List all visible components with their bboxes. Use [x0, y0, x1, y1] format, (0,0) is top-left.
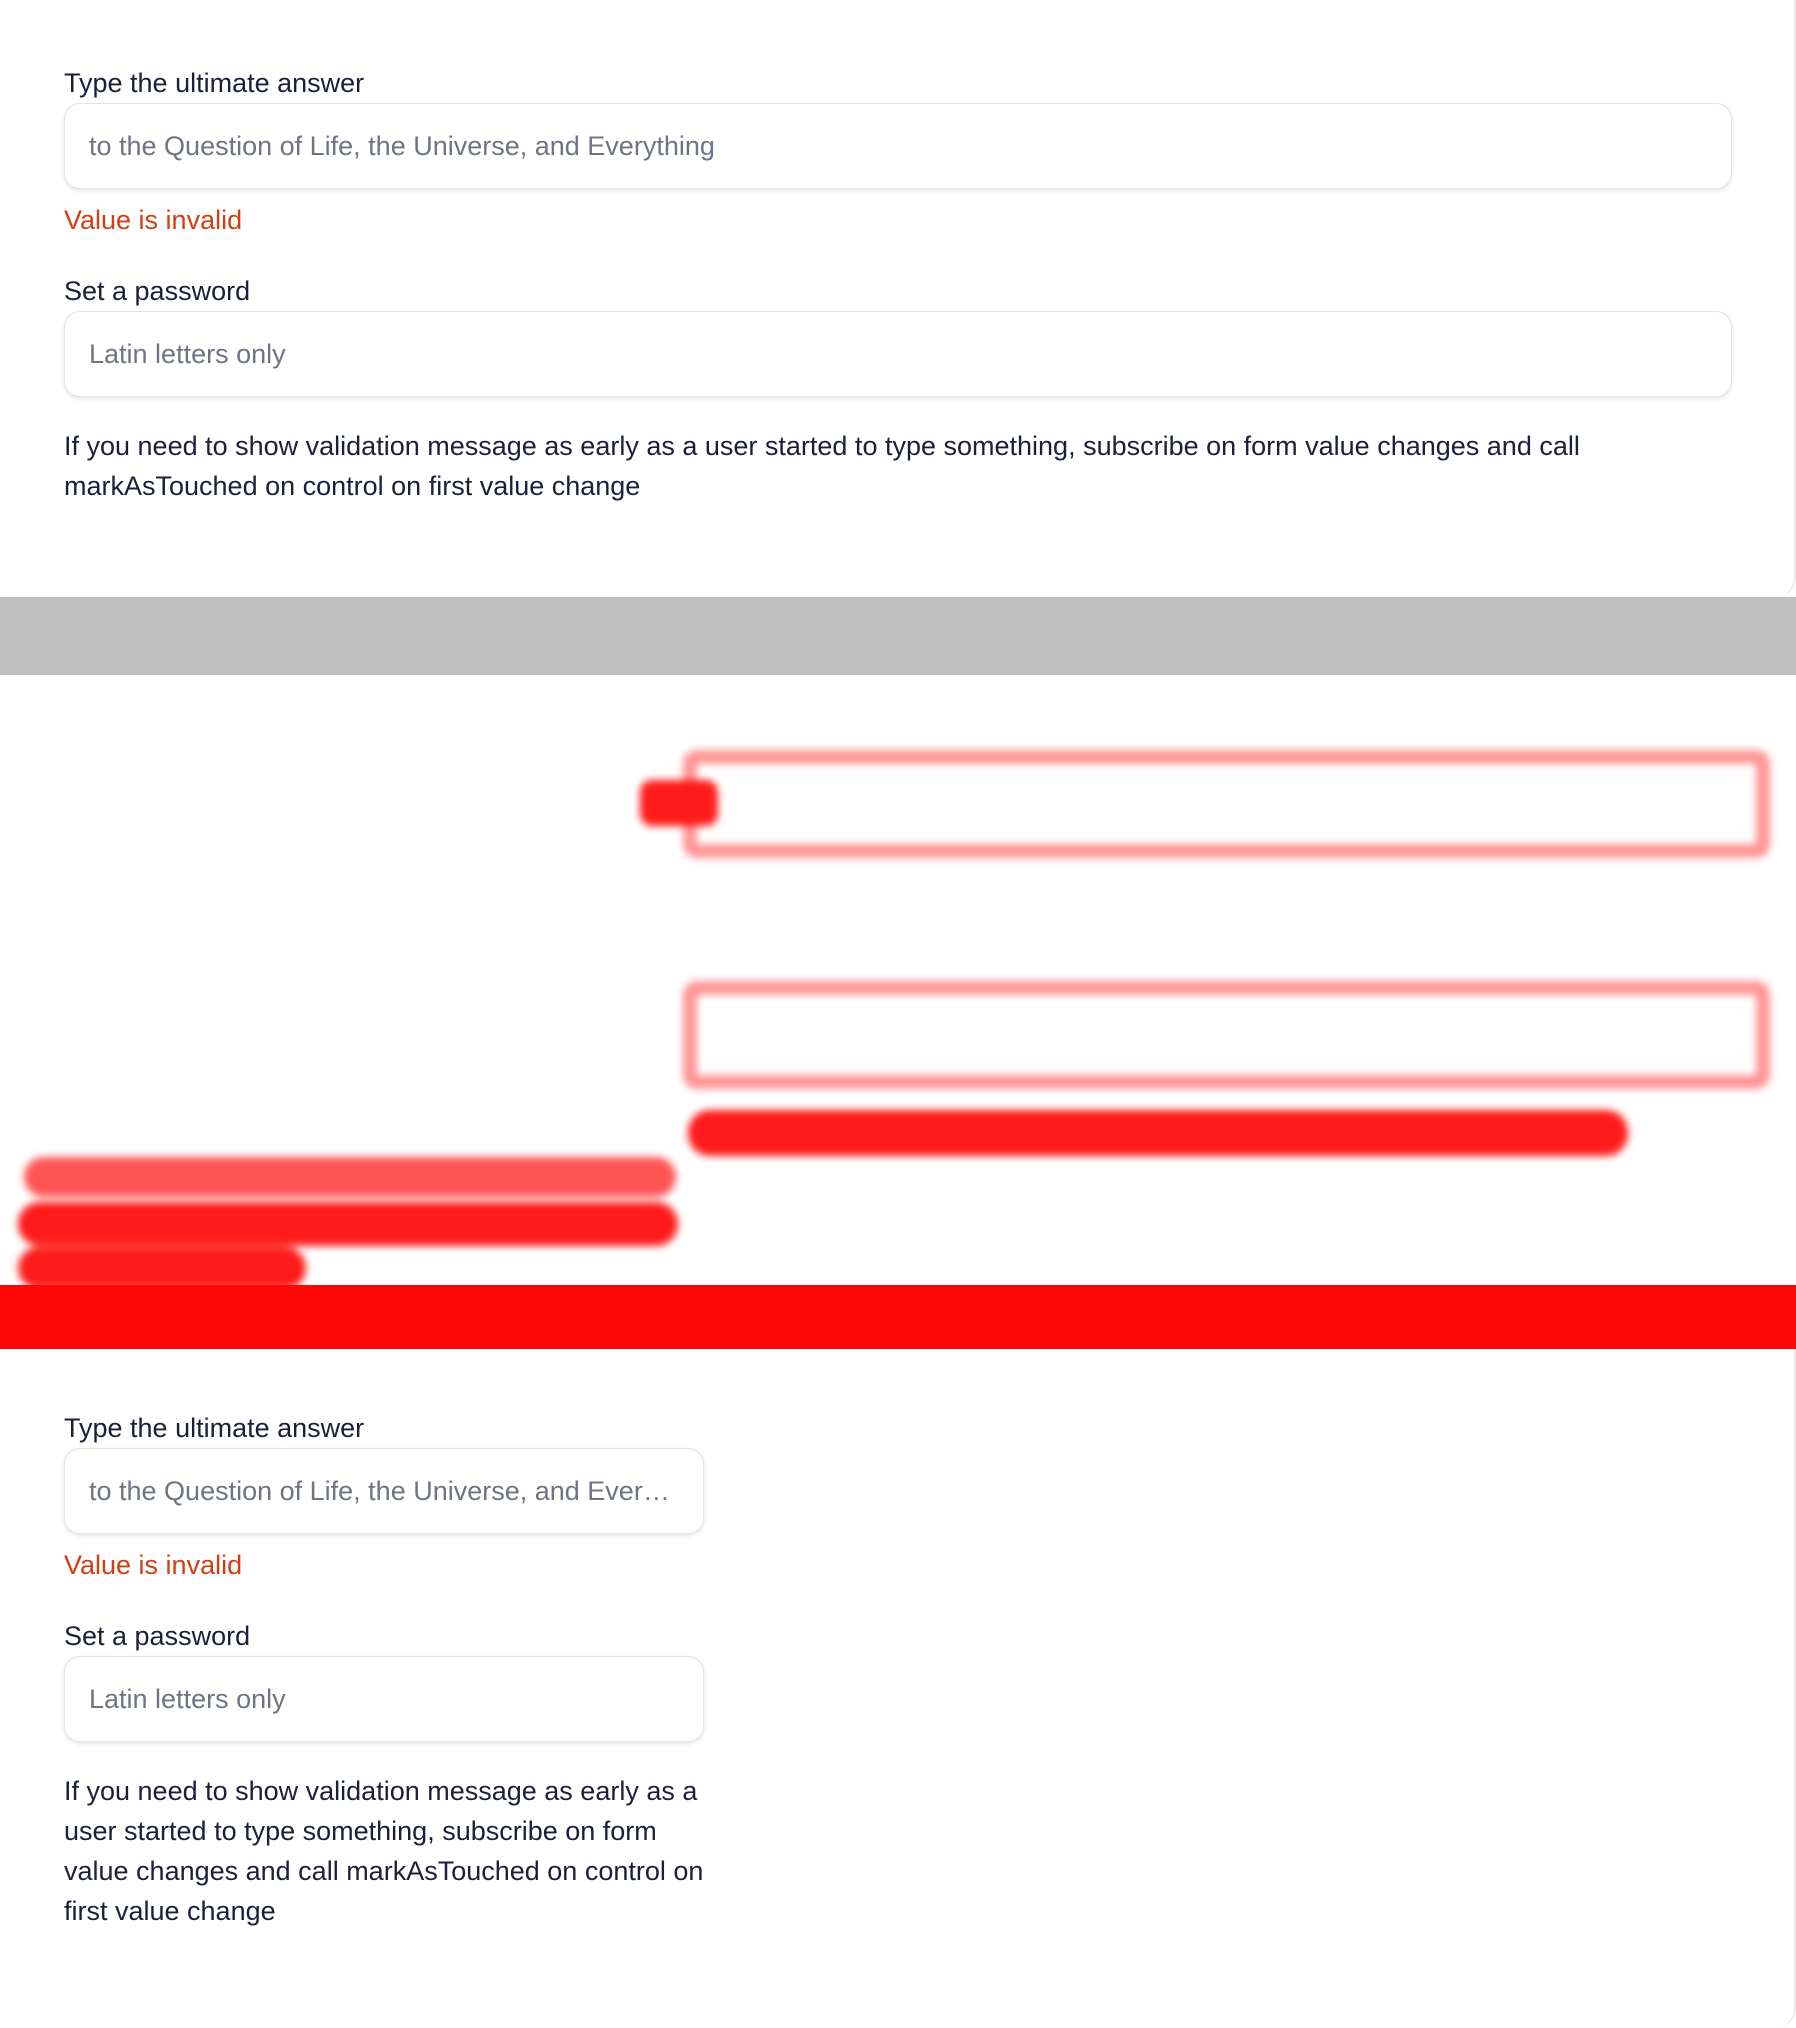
- hint-text: If you need to show validation message a…: [64, 431, 1580, 501]
- password-input[interactable]: [89, 1657, 679, 1741]
- error-message: Value is invalid: [64, 1550, 243, 1580]
- diff-overlay-panel: [0, 675, 1796, 1349]
- error-message: Value is invalid: [64, 205, 243, 235]
- diff-password-field: [683, 981, 1770, 1089]
- diff-text-line-c: [18, 1247, 306, 1289]
- hint-text: If you need to show validation message a…: [64, 1776, 704, 1926]
- diff-text-line-b: [18, 1202, 678, 1246]
- password-label: Set a password: [64, 276, 251, 306]
- answer-input[interactable]: [89, 1449, 679, 1533]
- password-field[interactable]: [64, 1656, 704, 1742]
- answer-label: Type the ultimate answer: [64, 68, 365, 98]
- password-label: Set a password: [64, 1621, 251, 1651]
- password-input[interactable]: [89, 312, 1707, 396]
- answer-label: Type the ultimate answer: [64, 1413, 365, 1443]
- wide-form-panel: Type the ultimate answer Value is invali…: [0, 0, 1796, 597]
- narrow-form-panel: Type the ultimate answer Value is invali…: [0, 1349, 1796, 2028]
- answer-field[interactable]: [64, 1448, 704, 1534]
- answer-field[interactable]: [64, 103, 1732, 189]
- diff-hint-line-1: [688, 1110, 1628, 1156]
- diff-answer-field: [683, 750, 1770, 858]
- diff-bottom-fill: [0, 1285, 1796, 1349]
- diff-marks: [0, 675, 1796, 1349]
- password-field[interactable]: [64, 311, 1732, 397]
- answer-input[interactable]: [89, 104, 1707, 188]
- diff-text-line-a: [24, 1157, 676, 1197]
- separator-band: [0, 597, 1796, 675]
- diff-label-fragment: [640, 780, 718, 826]
